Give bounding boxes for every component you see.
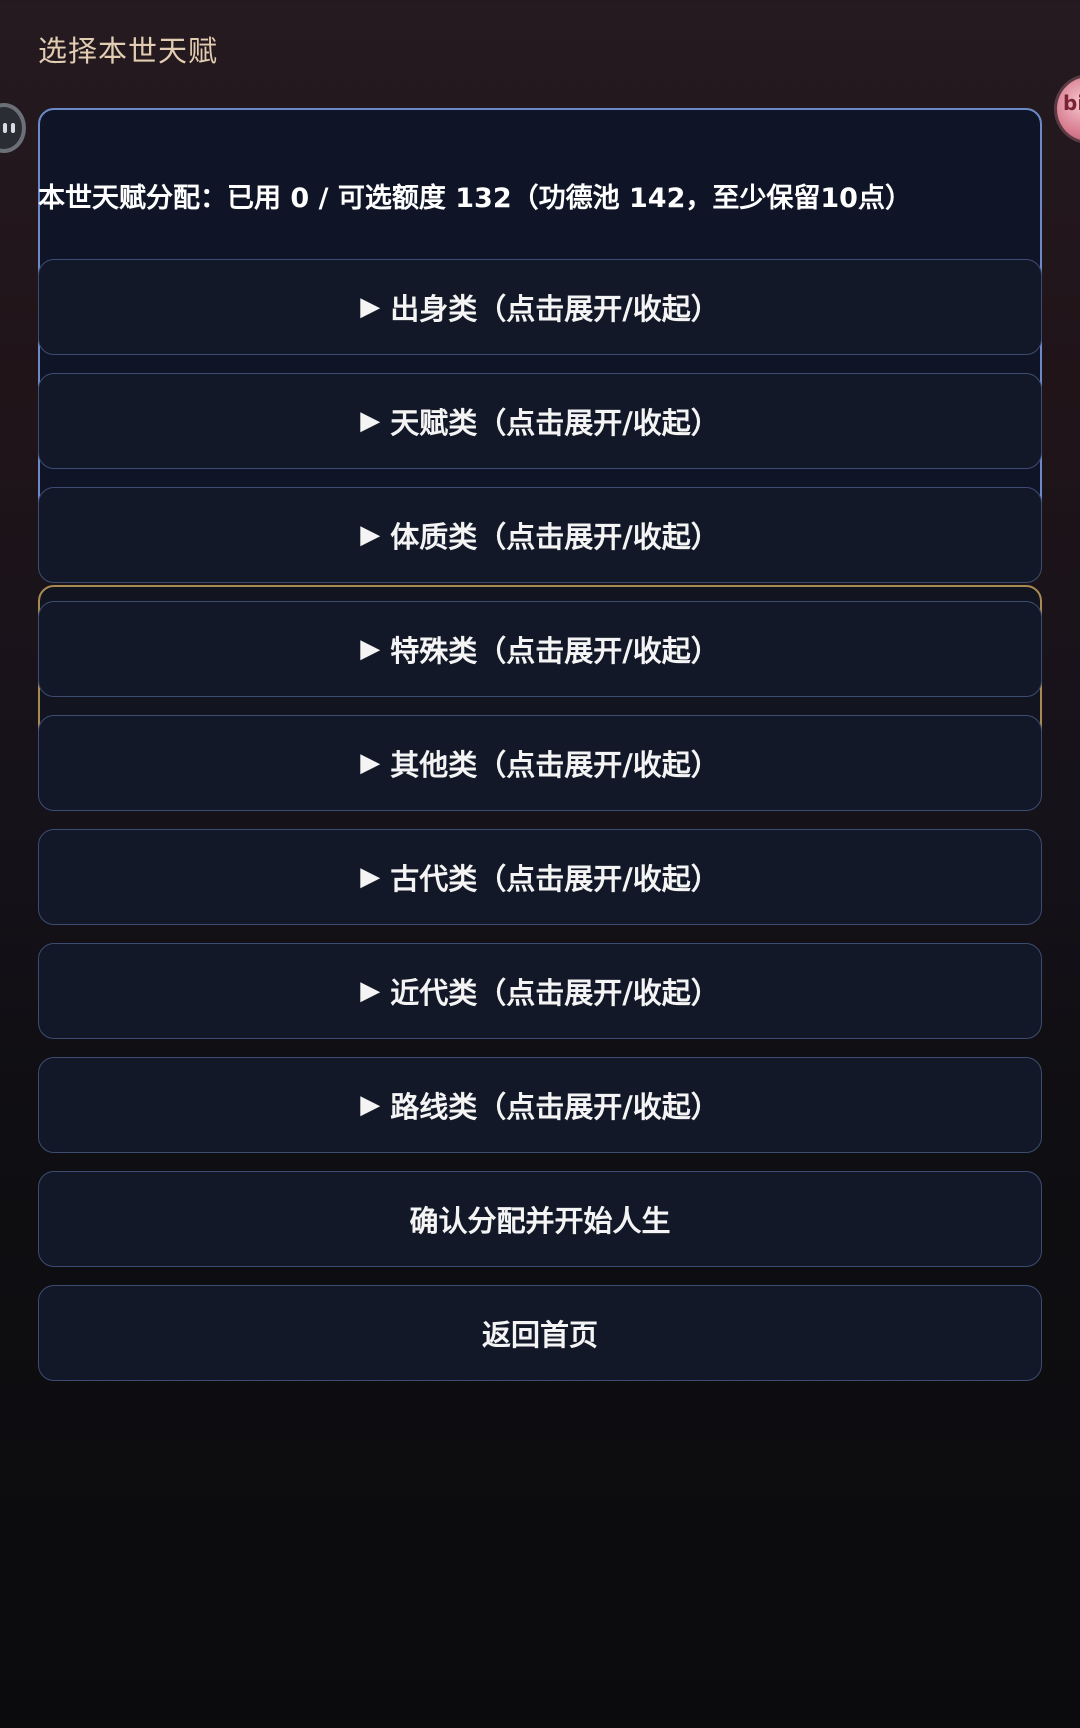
category-hint: （点击展开/收起） (477, 292, 720, 326)
expand-arrow-icon: ▶ (360, 292, 381, 322)
category-hint: （点击展开/收起） (477, 520, 720, 554)
expand-arrow-icon: ▶ (360, 748, 381, 778)
category-special-button[interactable]: ▶ 特殊类 （点击展开/收起） (38, 601, 1042, 697)
category-label: 其他类 (390, 748, 478, 782)
allocation-summary: 本世天赋分配：已用 0 / 可选额度 132（功德池 142，至少保留10点） (38, 183, 912, 214)
avatar-icon[interactable]: bi (1054, 74, 1080, 144)
category-modern-button[interactable]: ▶ 近代类 （点击展开/收起） (38, 943, 1042, 1039)
category-talent-button[interactable]: ▶ 天赋类 （点击展开/收起） (38, 373, 1042, 469)
category-other-button[interactable]: ▶ 其他类 （点击展开/收起） (38, 715, 1042, 811)
category-hint: （点击展开/收起） (477, 862, 720, 896)
category-hint: （点击展开/收起） (477, 406, 720, 440)
expand-arrow-icon: ▶ (360, 976, 381, 1006)
expand-arrow-icon: ▶ (360, 406, 381, 436)
category-hint: （点击展开/收起） (477, 748, 720, 782)
category-label: 天赋类 (390, 406, 478, 440)
expand-arrow-icon: ▶ (360, 520, 381, 550)
category-hint: （点击展开/收起） (477, 976, 720, 1010)
category-label: 古代类 (390, 862, 478, 896)
category-route-button[interactable]: ▶ 路线类 （点击展开/收起） (38, 1057, 1042, 1153)
expand-arrow-icon: ▶ (360, 862, 381, 892)
page-title: 选择本世天赋 (38, 34, 219, 68)
category-label: 特殊类 (390, 634, 478, 668)
category-origin-button[interactable]: ▶ 出身类 （点击展开/收起） (38, 259, 1042, 355)
avatar-text: bi (1063, 91, 1080, 115)
category-label: 出身类 (390, 292, 478, 326)
expand-arrow-icon: ▶ (360, 634, 381, 664)
category-hint: （点击展开/收起） (477, 634, 720, 668)
category-label: 路线类 (390, 1090, 478, 1124)
category-label: 体质类 (390, 520, 478, 554)
pause-icon[interactable] (0, 103, 26, 153)
category-hint: （点击展开/收起） (477, 1090, 720, 1124)
back-home-button[interactable]: 返回首页 (38, 1285, 1042, 1381)
category-ancient-button[interactable]: ▶ 古代类 （点击展开/收起） (38, 829, 1042, 925)
expand-arrow-icon: ▶ (360, 1090, 381, 1120)
category-physique-button[interactable]: ▶ 体质类 （点击展开/收起） (38, 487, 1042, 583)
confirm-start-button[interactable]: 确认分配并开始人生 (38, 1171, 1042, 1267)
category-label: 近代类 (390, 976, 478, 1010)
